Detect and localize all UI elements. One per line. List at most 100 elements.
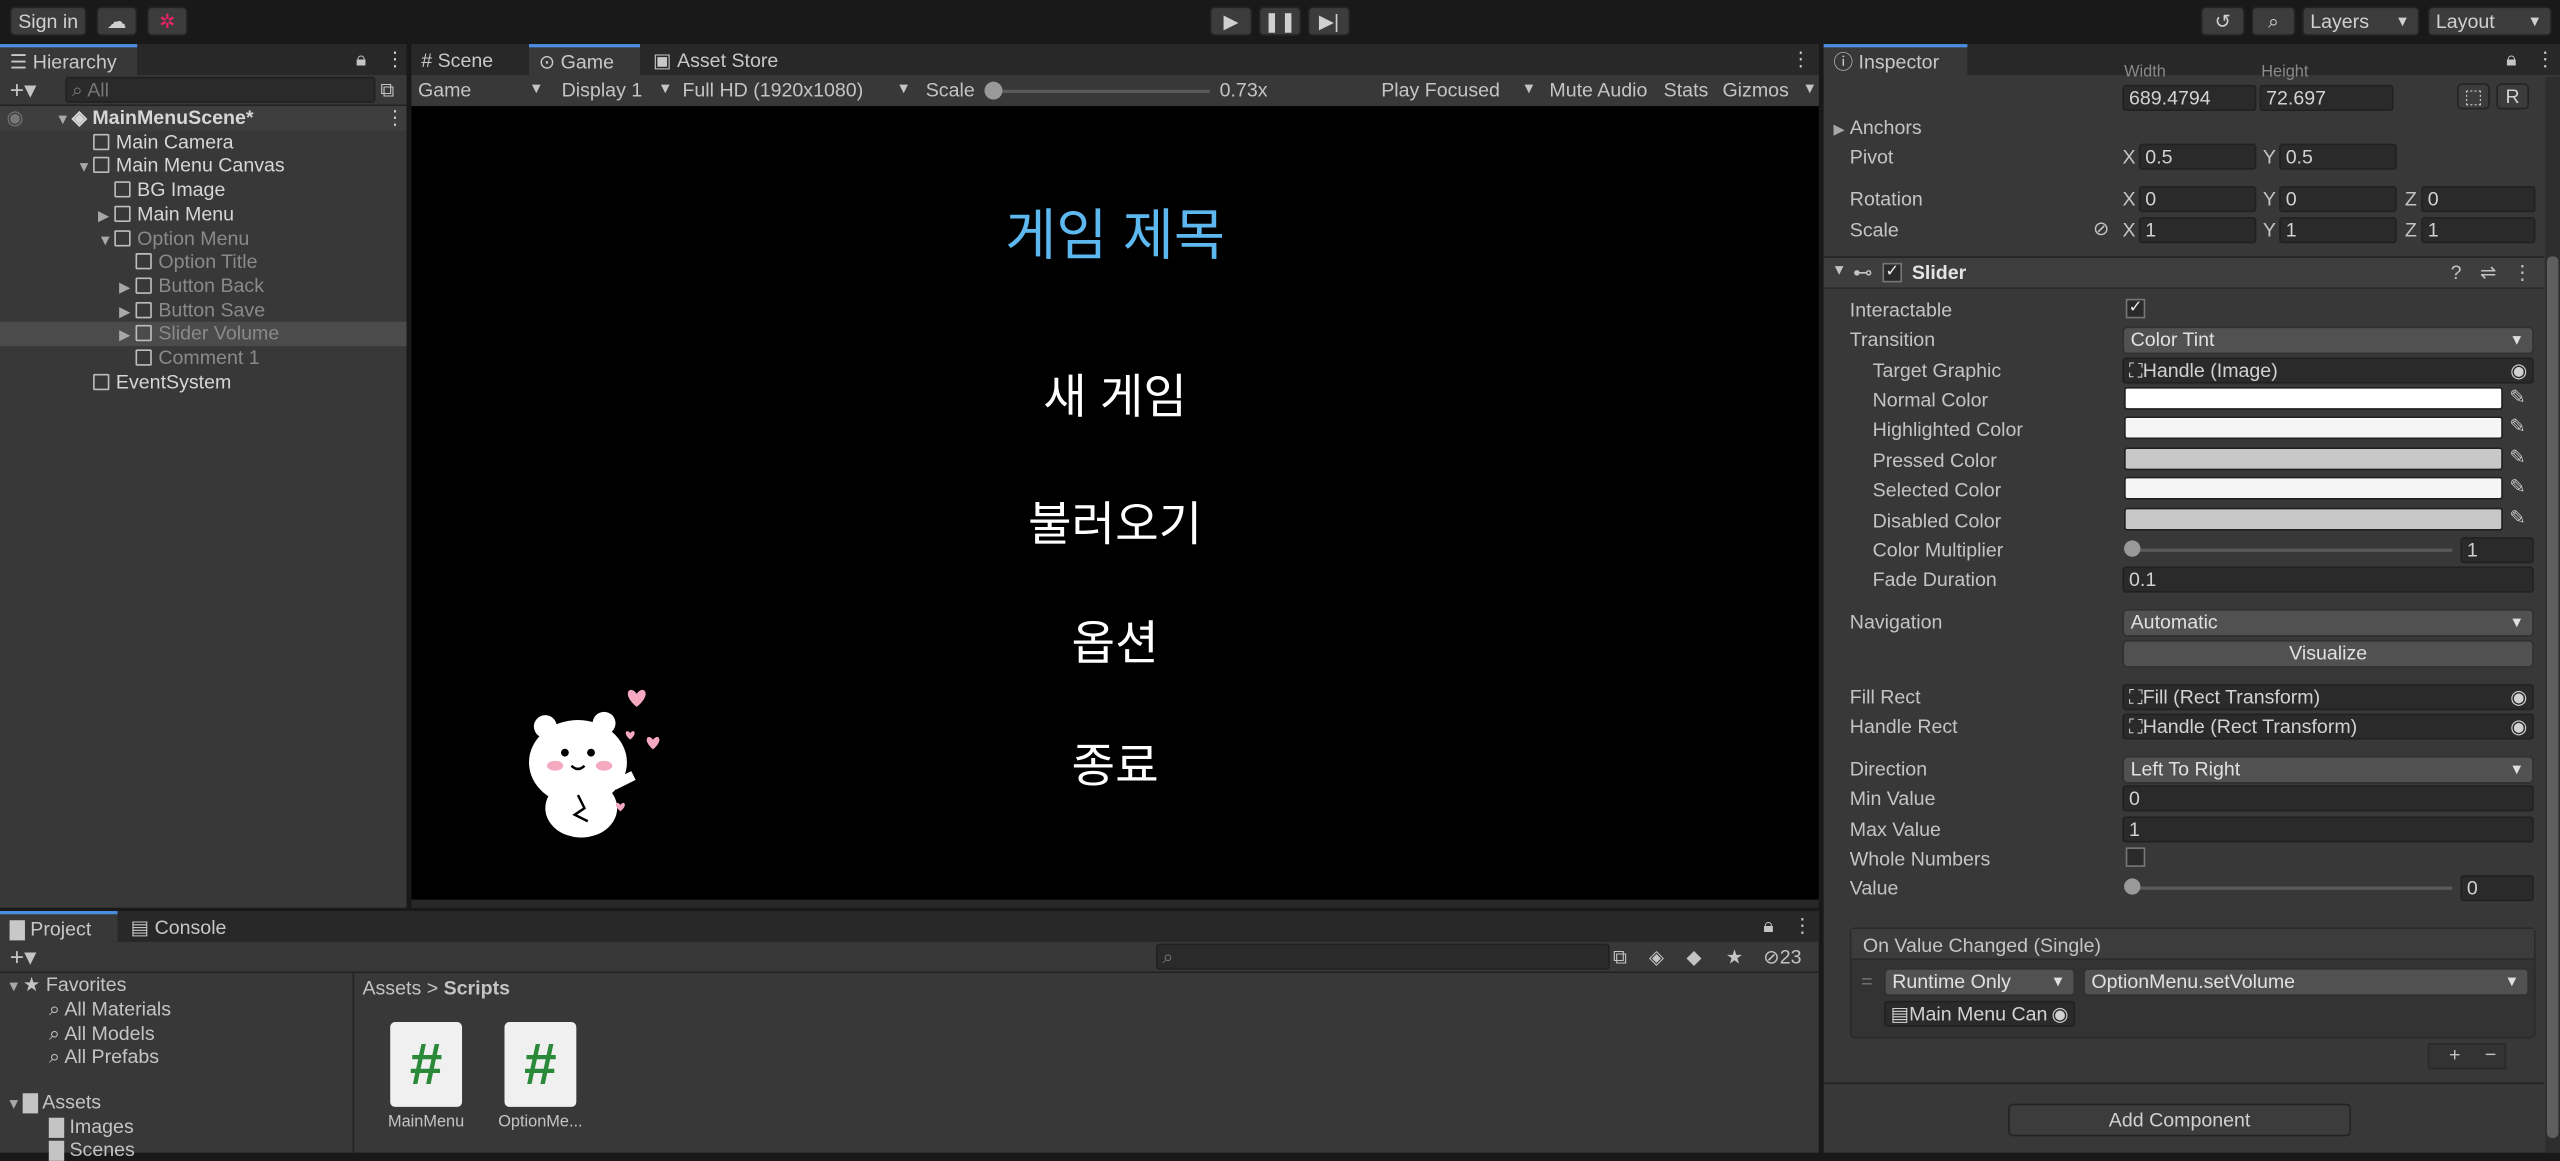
hierarchy-item[interactable]: Comment 1 (0, 346, 407, 370)
add-icon[interactable]: +▾ (10, 942, 37, 972)
fill-rect-field[interactable]: ⛶Fill (Rect Transform) ◉ (2122, 684, 2534, 711)
csharp-script-icon[interactable]: # (504, 1022, 577, 1107)
more-icon[interactable]: ⋮ (2513, 261, 2533, 284)
visibility-icon[interactable]: ◉ (7, 106, 24, 129)
color-multiplier-handle[interactable] (2124, 540, 2141, 557)
fold-arrow-icon[interactable]: ▶ (119, 327, 135, 345)
star-icon[interactable]: ★ (1726, 945, 1744, 968)
fold-arrow-icon[interactable]: ▶ (119, 279, 135, 297)
tab-scene[interactable]: # Scene (411, 44, 529, 75)
direction-dropdown[interactable]: Left To Right ▼ (2122, 755, 2534, 784)
eyedropper-icon[interactable]: ✎ (2509, 446, 2525, 469)
blueprint-button[interactable]: ⬚ (2457, 83, 2490, 110)
transition-dropdown[interactable]: Color Tint ▼ (2122, 326, 2534, 355)
highlighted-color-swatch[interactable] (2124, 416, 2503, 440)
tab-project[interactable]: ▇ Project (0, 911, 118, 943)
assets-node[interactable]: ▼ ▇ Assets (7, 1091, 102, 1114)
disabled-color-swatch[interactable] (2124, 507, 2503, 531)
menu-options[interactable]: 옵션 (411, 606, 1818, 675)
history-button[interactable]: ↺ (2200, 6, 2245, 36)
pivot-y-field[interactable]: 0.5 (2279, 143, 2397, 170)
lock-icon[interactable]: 🔒︎ (356, 47, 366, 71)
breadcrumb-item[interactable]: Scripts (444, 976, 510, 999)
hierarchy-item[interactable]: ▶ Main Menu (0, 202, 407, 226)
tab-console[interactable]: ▤ Console (121, 911, 239, 942)
tab-asset-store[interactable]: ▣ Asset Store (643, 44, 800, 75)
normal-color-swatch[interactable] (2124, 386, 2503, 410)
label-icon[interactable]: ◆ (1687, 945, 1702, 968)
lock-icon[interactable]: 🔒︎ (1763, 914, 1773, 938)
scale-z-field[interactable]: 1 (2421, 217, 2536, 244)
value-slider[interactable] (2132, 886, 2453, 890)
more-icon[interactable]: ⋮ (1793, 914, 1813, 937)
fold-arrow-icon[interactable]: ▼ (98, 231, 114, 247)
breadcrumb-item[interactable]: Assets (362, 976, 421, 999)
slider-component-header[interactable]: ▼ ⊷ ✓ Slider ? ⇌ ⋮ (1823, 256, 2544, 289)
width-field[interactable]: 689.4794 (2122, 84, 2257, 112)
target-graphic-field[interactable]: ⛶Handle (Image) ◉ (2122, 357, 2534, 384)
fold-arrow-icon[interactable]: ▶ (98, 207, 114, 225)
add-icon[interactable]: +▾ (10, 75, 37, 105)
function-dropdown[interactable]: OptionMenu.setVolume ▼ (2083, 968, 2529, 996)
cloud-button[interactable]: ☁ (96, 6, 138, 36)
layout-dropdown[interactable]: Layout ▼ (2427, 6, 2552, 36)
max-value-field[interactable]: 1 (2122, 816, 2534, 843)
unlink-icon[interactable]: ⊘ (2093, 217, 2109, 240)
filter-type-icon[interactable]: ◈ (1649, 945, 1664, 968)
favorite-item[interactable]: ⌕ All Materials (49, 998, 171, 1022)
game-canvas[interactable]: 게임 제목 새 게임 불러오기 옵션 종료 (411, 106, 1819, 900)
layers-dropdown[interactable]: Layers ▼ (2302, 6, 2420, 36)
pivot-x-field[interactable]: 0.5 (2138, 143, 2257, 170)
raw-edit-button[interactable]: R (2496, 83, 2529, 110)
tab-hierarchy[interactable]: ☰ Hierarchy (0, 44, 138, 76)
preset-icon[interactable]: ⇌ (2480, 261, 2496, 284)
hierarchy-item[interactable]: ▶ Slider Volume (0, 322, 407, 347)
color-multiplier-slider[interactable] (2132, 548, 2453, 552)
object-picker-icon[interactable]: ◉ (2510, 686, 2527, 709)
anchors-foldout[interactable]: ▶ Anchors (1833, 116, 1921, 139)
fade-duration-field[interactable]: 0.1 (2122, 566, 2534, 593)
tab-inspector[interactable]: ⓘ Inspector (1823, 44, 1968, 76)
scale-slider-handle[interactable] (984, 81, 1003, 100)
menu-new-game[interactable]: 새 게임 (411, 359, 1818, 428)
play-focused-dropdown[interactable]: Play Focused ▼ (1381, 78, 1541, 101)
eyedropper-icon[interactable]: ✎ (2509, 506, 2525, 529)
rotation-z-field[interactable]: 0 (2421, 186, 2536, 213)
collab-button[interactable]: ✲ (146, 6, 188, 36)
value-slider-handle[interactable] (2124, 878, 2141, 895)
play-button[interactable]: ▶ (1209, 6, 1253, 36)
mute-audio-button[interactable]: Mute Audio (1549, 78, 1647, 101)
scale-slider[interactable] (992, 89, 1210, 94)
hierarchy-item[interactable]: Main Camera (0, 130, 407, 154)
interactable-checkbox[interactable]: ✓ (2125, 298, 2146, 319)
project-search-input[interactable]: ⌕ (1155, 943, 1610, 970)
navigation-dropdown[interactable]: Automatic ▼ (2122, 608, 2534, 637)
scale-x-field[interactable]: 1 (2138, 217, 2257, 244)
hierarchy-item[interactable]: ▼ Main Menu Canvas (0, 154, 407, 178)
game-mode-dropdown[interactable]: Game ▼ (418, 78, 549, 101)
hierarchy-item[interactable]: ▼ Option Menu (0, 226, 407, 250)
search-type-icon[interactable]: ⧉ (1613, 945, 1627, 969)
display-dropdown[interactable]: Display 1 ▼ (562, 78, 673, 101)
min-value-field[interactable]: 0 (2122, 785, 2534, 812)
resolution-dropdown[interactable]: Full HD (1920x1080) ▼ (682, 78, 911, 101)
more-icon[interactable]: ⋮ (385, 47, 405, 70)
tab-game[interactable]: ⊙ Game (528, 44, 640, 76)
color-multiplier-field[interactable]: 1 (2460, 537, 2534, 564)
csharp-script-icon[interactable]: # (390, 1022, 463, 1107)
folder-item[interactable]: ▇ Scenes (49, 1138, 135, 1161)
more-icon[interactable]: ⋮ (2536, 47, 2556, 70)
event-target-field[interactable]: ▤Main Menu Can ◉ (1884, 1000, 2076, 1027)
hierarchy-item[interactable]: ▶ Button Back (0, 274, 407, 298)
hierarchy-search-input[interactable]: ⌕ All (65, 76, 376, 103)
sign-in-button[interactable]: Sign in (9, 6, 87, 36)
visualize-button[interactable]: Visualize (2122, 639, 2534, 668)
hierarchy-item[interactable]: Option Title (0, 250, 407, 274)
hierarchy-item[interactable]: BG Image (0, 178, 407, 202)
runtime-dropdown[interactable]: Runtime Only ▼ (1884, 968, 2076, 996)
object-picker-icon[interactable]: ◉ (2510, 715, 2527, 738)
scrollbar-thumb[interactable] (2546, 256, 2559, 1138)
add-component-button[interactable]: Add Component (2008, 1103, 2352, 1137)
hierarchy-item[interactable]: ▶ Button Save (0, 298, 407, 322)
add-listener-icon[interactable]: + (2449, 1043, 2460, 1066)
